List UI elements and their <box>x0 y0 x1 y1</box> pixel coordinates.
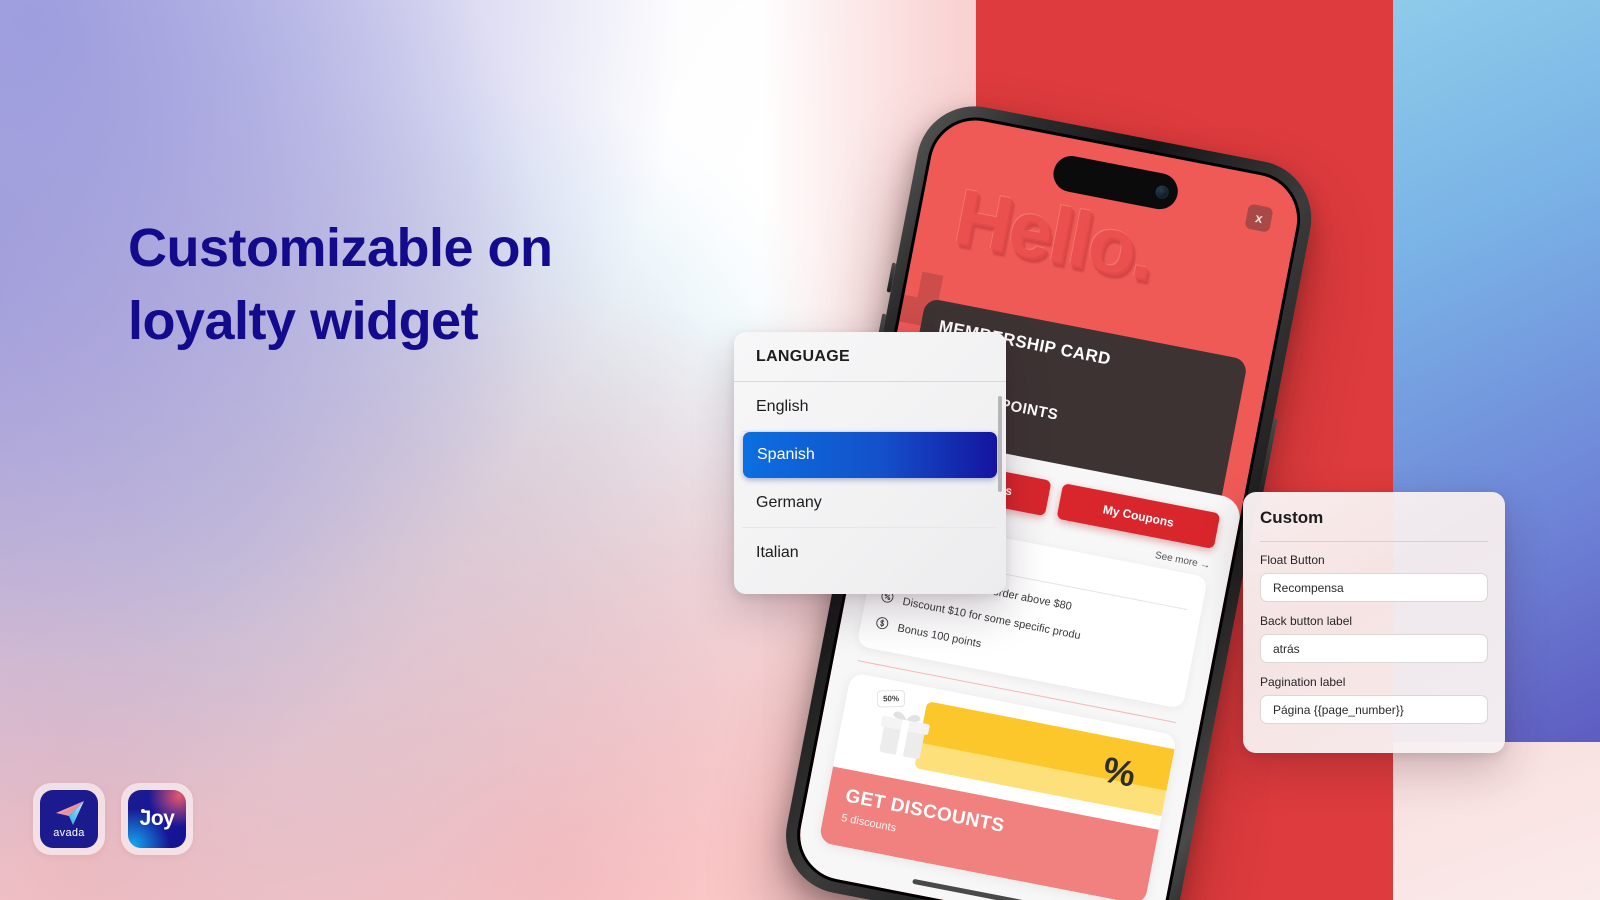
avada-logo-frame: avada <box>33 783 105 855</box>
phone-mute-switch <box>886 262 897 293</box>
background-pink-block <box>1393 742 1600 900</box>
pagination-label: Pagination label <box>1260 675 1346 689</box>
language-option-italian[interactable]: Italian <box>742 528 998 578</box>
language-panel-header: LANGUAGE <box>734 332 1006 382</box>
points-unit: POINTS <box>998 395 1060 424</box>
joy-logo-frame: Joy <box>121 783 193 855</box>
back-button-input[interactable]: atrás <box>1260 634 1488 663</box>
avada-logo-tile: avada <box>40 790 98 848</box>
joy-wordmark: Joy <box>140 807 175 831</box>
joy-wordmark-text: Joy <box>139 807 175 830</box>
avada-arrow-icon <box>52 800 86 826</box>
float-button-input[interactable]: Recompensa <box>1260 573 1488 602</box>
discount-card[interactable]: % 50% GET DISCOUNTS 5 discounts <box>818 672 1178 900</box>
language-list: English Spanish Germany Italian <box>734 382 1006 578</box>
float-button-label: Float Button <box>1260 553 1325 567</box>
language-panel: LANGUAGE English Spanish Germany Italian <box>734 332 1006 594</box>
dollar-circle-icon <box>873 615 890 634</box>
avada-wordmark: avada <box>53 826 85 839</box>
scrollbar[interactable] <box>998 396 1002 492</box>
poster-stage: Customizable on loyalty widget JOY x Hel… <box>0 0 1600 900</box>
custom-panel-title: Custom <box>1260 508 1324 527</box>
close-icon[interactable]: x <box>1244 203 1274 233</box>
language-option-spanish[interactable]: Spanish <box>743 432 997 478</box>
back-button-label: Back button label <box>1260 614 1353 628</box>
language-option-english[interactable]: English <box>742 382 998 432</box>
front-camera-icon <box>1154 184 1170 200</box>
page-title: Customizable on loyalty widget <box>128 218 553 352</box>
discount-tag: 50% <box>876 689 906 708</box>
joy-logo-tile: Joy <box>128 790 186 848</box>
phone-power-button <box>1257 418 1278 504</box>
divider <box>1260 541 1488 542</box>
language-option-germany[interactable]: Germany <box>742 478 998 528</box>
gift-icon <box>869 700 937 768</box>
pagination-input[interactable]: Página {{page_number}} <box>1260 695 1488 724</box>
joy-dot-icon <box>140 809 145 813</box>
brand-logo-row: avada Joy <box>33 783 193 855</box>
custom-settings-panel: Custom Float Button Recompensa Back butt… <box>1243 492 1505 753</box>
